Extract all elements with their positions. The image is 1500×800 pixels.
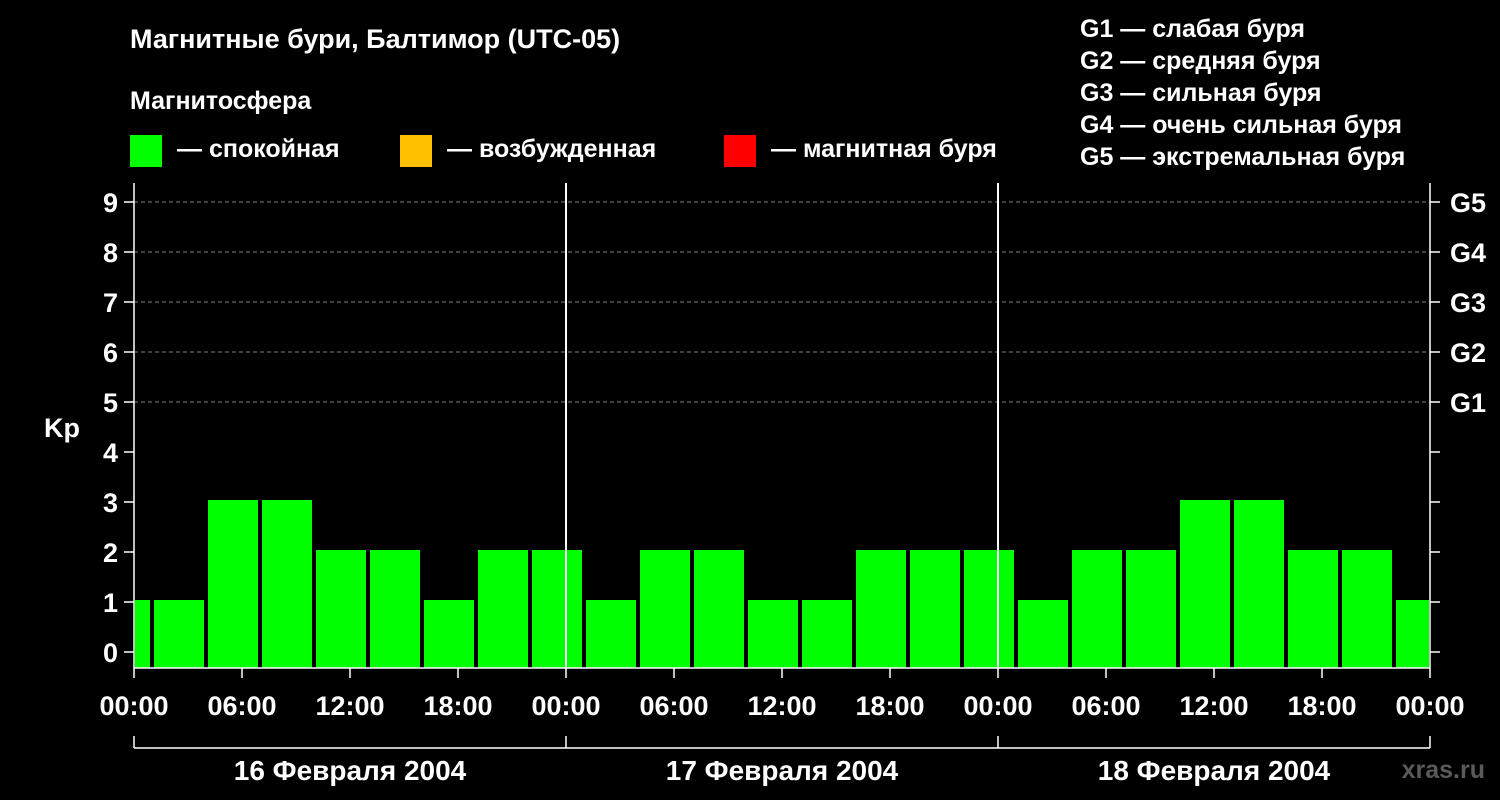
status-legend: — спокойная — возбужденная — магнитная б…: [130, 135, 997, 167]
legend-label-active: — возбужденная: [447, 135, 656, 163]
kp-bar-6: [424, 600, 474, 668]
x-tick-label-0: 00:00: [99, 691, 168, 721]
kp-bar-23: [1342, 550, 1392, 668]
g-tick-label-G5: G5: [1450, 188, 1486, 218]
storm-legend-g1: G1 — слабая буря: [1080, 15, 1305, 43]
kp-bar-7: [478, 550, 528, 668]
kp-bar-5: [370, 550, 420, 668]
y-tick-label-5: 5: [103, 388, 118, 418]
x-tick-label-3: 18:00: [423, 691, 492, 721]
kp-bar-9: [586, 600, 636, 668]
x-tick-label-1: 06:00: [207, 691, 276, 721]
y-tick-label-9: 9: [103, 188, 118, 218]
y-tick-label-0: 0: [103, 638, 118, 668]
kp-bar-14: [856, 550, 906, 668]
day-label-0: 16 Февраля 2004: [234, 755, 467, 786]
legend-swatch-storm: [724, 135, 756, 167]
y-tick-label-6: 6: [103, 338, 118, 368]
kp-bar-13: [802, 600, 852, 668]
g-tick-label-G1: G1: [1450, 388, 1486, 418]
g-tick-label-G2: G2: [1450, 338, 1486, 368]
storm-scale-legend: G1 — слабая буря G2 — средняя буря G3 — …: [1080, 15, 1405, 171]
kp-chart: Магнитные бури, Балтимор (UTC-05) Магнит…: [44, 15, 1486, 786]
chart-title: Магнитные бури, Балтимор (UTC-05): [130, 24, 620, 54]
x-tick-label-4: 00:00: [531, 691, 600, 721]
y-axis-label: Kp: [44, 413, 80, 443]
y-tick-label-4: 4: [103, 438, 118, 468]
y-tick-label-1: 1: [103, 588, 118, 618]
storm-legend-g2: G2 — средняя буря: [1080, 47, 1321, 75]
y-tick-label-7: 7: [103, 288, 118, 318]
day-label-1: 17 Февраля 2004: [666, 755, 899, 786]
storm-legend-g3: G3 — сильная буря: [1080, 79, 1322, 107]
watermark: xras.ru: [1402, 756, 1485, 784]
axes: 0 1 2 3 4 5 6 7 8 9 G1 G2 G3 G4 G5 00:00 06:00 12:00 18:00…: [99, 183, 1486, 786]
legend-swatch-active: [400, 135, 432, 167]
y-tick-label-2: 2: [103, 538, 118, 568]
chart-subtitle: Магнитосфера: [130, 87, 312, 115]
kp-bar-17: [1018, 600, 1068, 668]
legend-label-storm: — магнитная буря: [771, 135, 997, 163]
kp-bar-11: [694, 550, 744, 668]
kp-bar-1: [154, 600, 204, 668]
x-tick-label-11: 18:00: [1287, 691, 1356, 721]
x-tick-label-5: 06:00: [639, 691, 708, 721]
legend-label-quiet: — спокойная: [177, 135, 340, 163]
kp-bar-4: [316, 550, 366, 668]
kp-bar-19: [1126, 550, 1176, 668]
y-tick-label-8: 8: [103, 238, 118, 268]
x-tick-label-12: 00:00: [1395, 691, 1464, 721]
kp-bar-12: [748, 600, 798, 668]
x-tick-label-10: 12:00: [1179, 691, 1248, 721]
kp-bar-16: [964, 550, 1014, 668]
kp-bar-20: [1180, 500, 1230, 668]
kp-bar-24: [1396, 600, 1429, 668]
grid-lines: [134, 201, 1430, 403]
legend-swatch-quiet: [130, 135, 162, 167]
x-tick-label-7: 18:00: [855, 691, 924, 721]
kp-bar-22: [1288, 550, 1338, 668]
day-label-2: 18 Февраля 2004: [1098, 755, 1331, 786]
g-tick-label-G3: G3: [1450, 288, 1486, 318]
bars: [135, 500, 1429, 668]
x-tick-label-8: 00:00: [963, 691, 1032, 721]
kp-bar-10: [640, 550, 690, 668]
x-tick-label-9: 06:00: [1071, 691, 1140, 721]
kp-bar-21: [1234, 500, 1284, 668]
kp-bar-3: [262, 500, 312, 668]
storm-legend-g4: G4 — очень сильная буря: [1080, 111, 1402, 139]
kp-bar-18: [1072, 550, 1122, 668]
kp-bar-2: [208, 500, 258, 668]
x-tick-label-2: 12:00: [315, 691, 384, 721]
kp-bar-15: [910, 550, 960, 668]
kp-bar-8: [532, 550, 582, 668]
y-tick-label-3: 3: [103, 488, 118, 518]
g-tick-label-G4: G4: [1450, 238, 1486, 268]
storm-legend-g5: G5 — экстремальная буря: [1080, 143, 1405, 171]
kp-bar-0: [135, 600, 150, 668]
x-tick-label-6: 12:00: [747, 691, 816, 721]
